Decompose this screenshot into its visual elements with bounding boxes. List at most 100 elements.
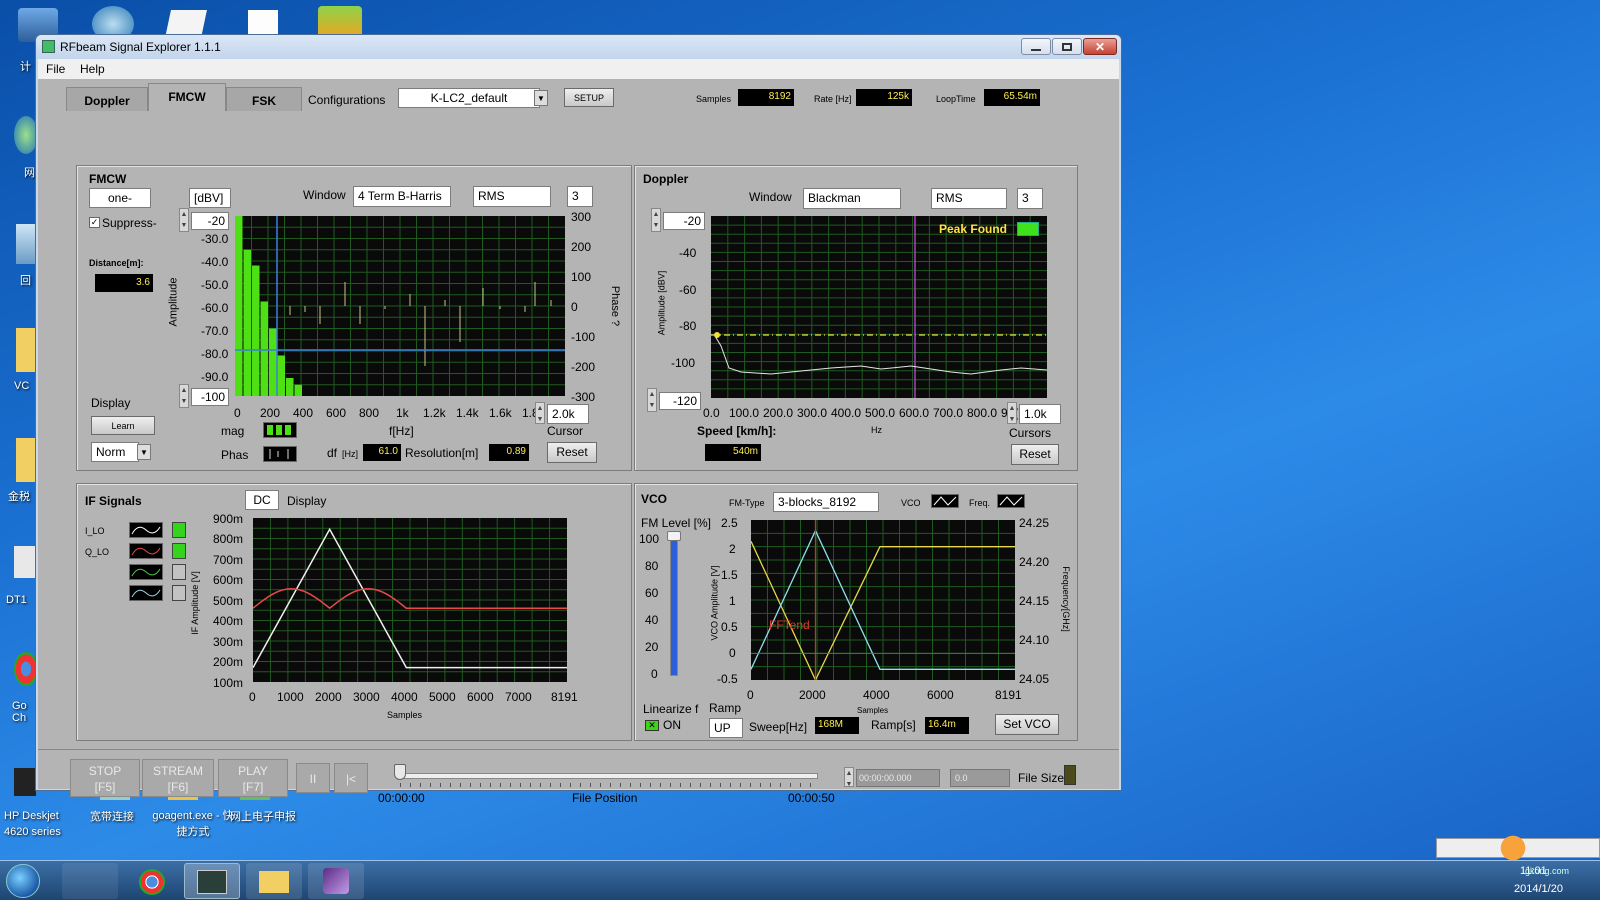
cursor-label: Cursor: [547, 424, 584, 438]
channel-1-legend[interactable]: [129, 522, 163, 538]
desktop-icon-recycle-bin[interactable]: [16, 224, 36, 264]
play-button[interactable]: PLAY [F7]: [218, 759, 288, 797]
y-top-spinner[interactable]: ▲ ▼: [179, 208, 189, 232]
looptime-value: 65.54m: [984, 89, 1040, 106]
chevron-down-icon[interactable]: ▼: [137, 444, 151, 460]
taskbar-search-icon[interactable]: [62, 863, 118, 899]
doppler-ylabel: Amplitude [dBV]: [656, 270, 667, 336]
watermark-logo: [1478, 828, 1548, 868]
maximize-button[interactable]: [1052, 38, 1082, 55]
doppler-ybottom-spinner[interactable]: ▲ ▼: [647, 388, 657, 412]
channel-4-toggle[interactable]: [172, 585, 186, 601]
value-display: 0.0: [950, 769, 1010, 787]
vco-title: VCO: [641, 492, 668, 506]
vco-y-tick: 1: [729, 594, 736, 608]
fmcw-avg-field[interactable]: 3: [567, 186, 593, 207]
if-y-tick: 600m: [213, 573, 244, 587]
close-button[interactable]: ✕: [1083, 38, 1117, 55]
fmcw-ymax-input[interactable]: -20: [191, 212, 229, 230]
file-position-slider-thumb[interactable]: [394, 764, 406, 780]
channel-4-legend[interactable]: [129, 585, 163, 601]
menu-help[interactable]: Help: [80, 62, 105, 76]
vco-panel: VCO FM-Type 3-blocks_8192 VCO Freq. FM L…: [634, 483, 1078, 741]
doppler-avg-field[interactable]: 3: [1017, 188, 1043, 209]
doppler-ymin-input[interactable]: -120: [659, 392, 701, 410]
doppler-rms-field[interactable]: RMS: [931, 188, 1007, 209]
fmcw-window-field[interactable]: 4 Term B-Harris: [353, 186, 451, 207]
fmcw-ylabel: Amplitude: [167, 277, 180, 327]
vco-legend-swatch[interactable]: [931, 494, 959, 508]
channel-1-toggle[interactable]: [172, 522, 186, 538]
clock-date[interactable]: 2014/1/20: [1514, 883, 1563, 895]
doppler-xmax-spinner[interactable]: ▲ ▼: [1007, 402, 1017, 424]
spectrum-bar: [294, 384, 302, 396]
fmcw-unit-field[interactable]: [dBV]: [189, 188, 231, 208]
x-tick: 800: [359, 406, 380, 420]
suppress-checkbox[interactable]: ✓: [89, 217, 100, 228]
channel-3-legend[interactable]: [129, 564, 163, 580]
desktop-label: DT1: [6, 594, 27, 606]
tray-icons[interactable]: [1390, 873, 1500, 889]
doppler-xmax-input[interactable]: 1.0k: [1019, 404, 1061, 424]
stream-button[interactable]: STREAM [F6]: [142, 759, 214, 797]
pause-button[interactable]: II: [296, 763, 330, 793]
fmcw-rms-field[interactable]: RMS: [473, 186, 551, 207]
mag-legend-swatch[interactable]: [263, 422, 297, 438]
y-bottom-spinner[interactable]: ▲ ▼: [179, 384, 189, 408]
taskbar-signal-explorer[interactable]: [184, 863, 240, 899]
doppler-reset-button[interactable]: Reset: [1011, 444, 1059, 465]
x-max-spinner[interactable]: ▲ ▼: [535, 402, 545, 424]
doppler-ytop-spinner[interactable]: ▲ ▼: [651, 208, 661, 232]
phase-legend-swatch[interactable]: [263, 446, 297, 462]
desktop-icon-app[interactable]: [14, 546, 36, 578]
vco-ylabel: VCO Amplitude [V]: [709, 565, 720, 641]
dc-field[interactable]: DC: [245, 490, 279, 510]
file-position-slider-track[interactable]: [398, 773, 818, 779]
ramp-field[interactable]: UP: [709, 718, 743, 738]
stop-button[interactable]: STOP [F5]: [70, 759, 140, 797]
if-signals-panel: IF Signals DC Display I_LO Q_LO 900m 800…: [76, 483, 632, 741]
linearize-checkbox[interactable]: ✕: [645, 720, 659, 731]
fm-level-slider-thumb[interactable]: [667, 531, 681, 541]
chevron-down-icon[interactable]: ▼: [534, 90, 548, 106]
taskbar-app-icon[interactable]: [308, 863, 364, 899]
setup-button[interactable]: SETUP: [564, 88, 614, 107]
linearize-label: Linearize f: [643, 702, 699, 716]
if-x-tick: 8191: [551, 690, 578, 704]
tab-doppler[interactable]: Doppler: [66, 87, 148, 111]
channel-2-toggle[interactable]: [172, 543, 186, 559]
menu-file[interactable]: File: [46, 62, 65, 76]
desktop-icon-printer[interactable]: [14, 768, 36, 796]
norm-select[interactable]: Norm: [91, 442, 139, 462]
fm-level-slider-track[interactable]: [670, 536, 678, 676]
fmcw-mode-field[interactable]: one-: [89, 188, 151, 208]
minimize-button[interactable]: [1021, 38, 1051, 55]
doppler-window-field[interactable]: Blackman: [803, 188, 901, 209]
tab-fmcw[interactable]: FMCW: [148, 83, 226, 111]
rewind-button[interactable]: |<: [334, 763, 368, 793]
file-size-label: File Size: [1018, 771, 1065, 785]
samples-label: Samples: [696, 94, 732, 104]
taskbar-chrome-icon[interactable]: [124, 863, 180, 899]
doppler-x-tick: 400.0: [831, 406, 862, 420]
desktop-icon-folder[interactable]: [16, 328, 36, 372]
channel-2-legend[interactable]: [129, 543, 163, 559]
file-size-indicator: [1064, 765, 1076, 785]
configuration-select[interactable]: K-LC2_default: [398, 88, 540, 108]
desktop-icon-folder-2[interactable]: [16, 438, 36, 482]
set-vco-button[interactable]: Set VCO: [995, 714, 1059, 735]
fmcw-xmax-input[interactable]: 2.0k: [547, 404, 589, 424]
start-button[interactable]: [6, 864, 40, 898]
freq-legend-swatch[interactable]: [997, 494, 1025, 508]
fm-type-field[interactable]: 3-blocks_8192: [773, 492, 879, 512]
doppler-ymax-input[interactable]: -20: [663, 212, 705, 230]
if-y-tick: 900m: [213, 512, 244, 526]
fmcw-ymin-input[interactable]: -100: [191, 388, 229, 406]
time-spinner[interactable]: ▲ ▼: [844, 767, 854, 788]
fmcw-reset-button[interactable]: Reset: [547, 442, 597, 463]
if-signals-title: IF Signals: [85, 494, 142, 508]
learn-button[interactable]: Learn: [91, 416, 155, 435]
tab-fsk[interactable]: FSK: [226, 87, 302, 111]
taskbar-folder-icon[interactable]: [246, 863, 302, 899]
channel-3-toggle[interactable]: [172, 564, 186, 580]
